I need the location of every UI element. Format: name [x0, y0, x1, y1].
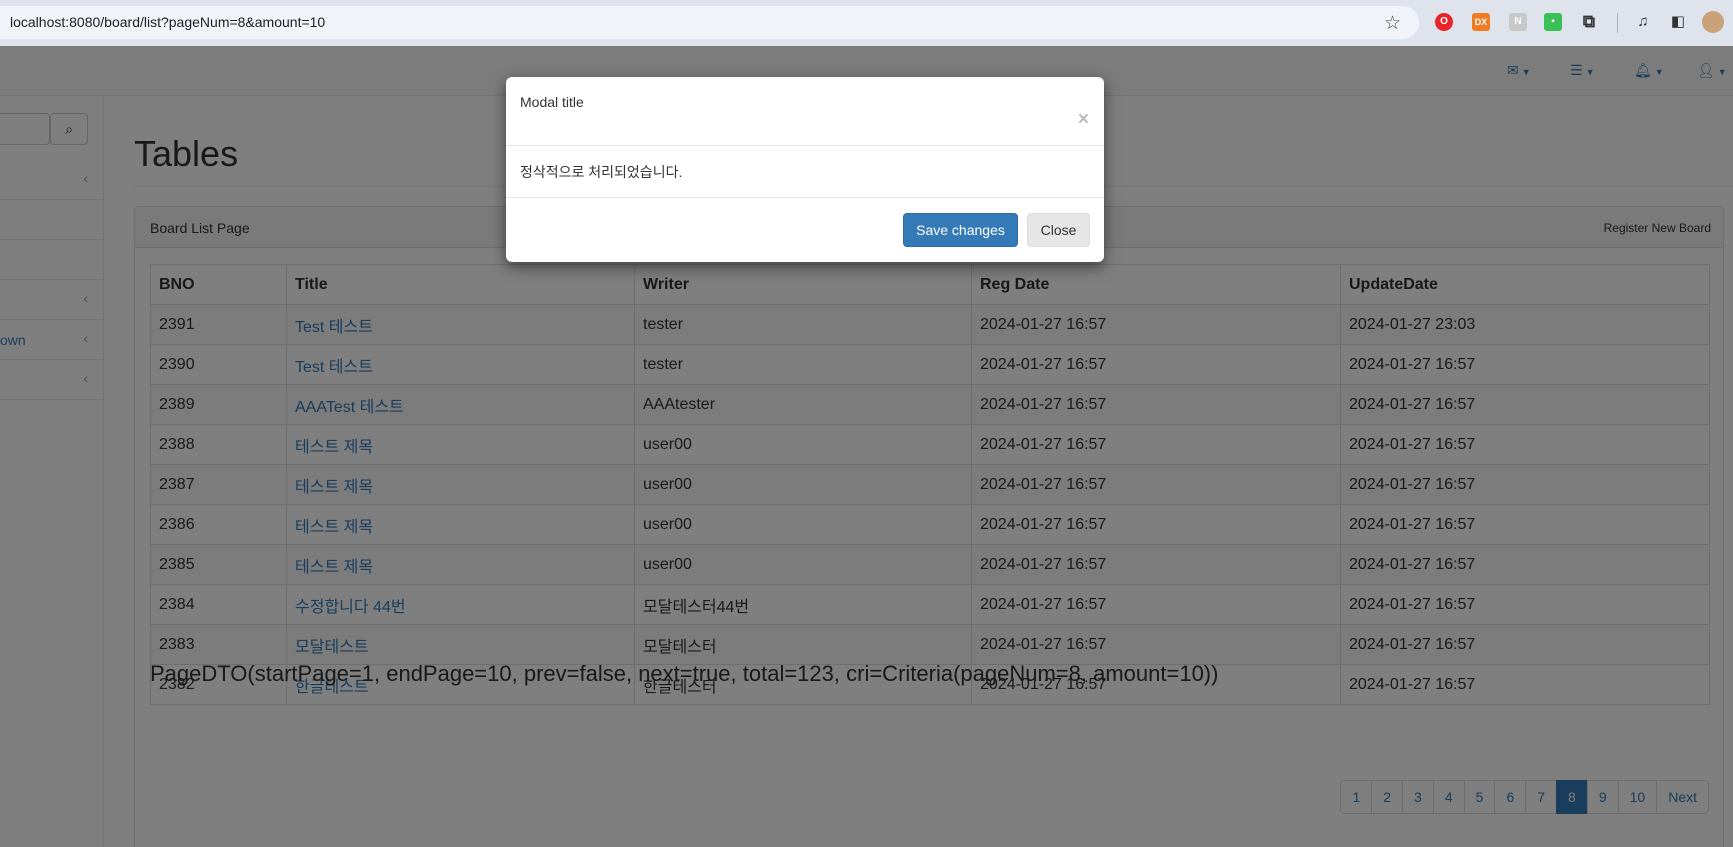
- modal-body-text: 정삭적으로 처리되었습니다.: [520, 164, 683, 180]
- close-icon[interactable]: ×: [1078, 109, 1089, 131]
- bookmark-star-icon[interactable]: ☆: [1384, 12, 1401, 35]
- sidepanel-icon[interactable]: ◧: [1669, 13, 1687, 31]
- opera-icon[interactable]: O: [1435, 13, 1453, 31]
- modal-footer: Save changes Close: [506, 197, 1104, 262]
- toolbar-divider: [1617, 13, 1618, 33]
- n-icon[interactable]: N: [1509, 13, 1527, 31]
- modal-header: Modal title ×: [506, 77, 1104, 146]
- result-modal: Modal title × 정삭적으로 처리되었습니다. Save change…: [506, 77, 1104, 262]
- browser-toolbar: localhost:8080/board/list?pageNum=8&amou…: [0, 0, 1733, 46]
- modal-title: Modal title: [520, 94, 584, 110]
- close-button[interactable]: Close: [1027, 213, 1090, 247]
- url-text[interactable]: localhost:8080/board/list?pageNum=8&amou…: [10, 14, 325, 30]
- puzzle-icon[interactable]: ⧉: [1580, 13, 1598, 31]
- address-bar[interactable]: localhost:8080/board/list?pageNum=8&amou…: [0, 6, 1419, 39]
- profile-avatar-icon[interactable]: [1702, 11, 1724, 33]
- dx-icon[interactable]: DX: [1472, 13, 1490, 31]
- media-icon[interactable]: ♫: [1634, 13, 1652, 31]
- save-changes-button[interactable]: Save changes: [903, 213, 1018, 247]
- green-ext-icon[interactable]: ▪: [1544, 13, 1562, 31]
